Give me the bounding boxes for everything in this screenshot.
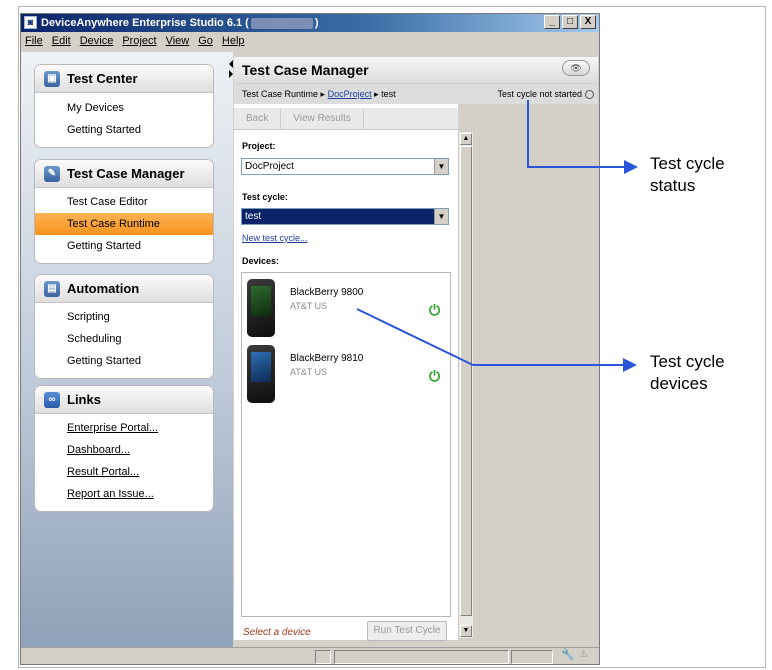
status-circle-icon bbox=[585, 90, 594, 100]
window-title-prefix: DeviceAnywhere Enterprise Studio 6.1 ( bbox=[41, 17, 249, 29]
annotation-line bbox=[356, 308, 637, 372]
sidebar: ▣ Test Center My Devices Getting Started… bbox=[21, 52, 233, 648]
warning-icon[interactable]: ⚠ bbox=[579, 649, 588, 660]
panel-links: ∞ Links Enterprise Portal... Dashboard..… bbox=[34, 385, 214, 512]
panel-title: Test Case Manager bbox=[67, 166, 185, 181]
app-icon: ◙ bbox=[24, 16, 37, 29]
eye-button[interactable]: 👁 bbox=[562, 60, 590, 76]
sidebar-item-getting-started[interactable]: Getting Started bbox=[35, 350, 213, 372]
panel-header-links[interactable]: ∞ Links bbox=[35, 386, 213, 414]
new-test-cycle-link[interactable]: New test cycle... bbox=[242, 233, 308, 243]
menu-go[interactable]: Go bbox=[198, 32, 213, 51]
link-icon: ∞ bbox=[44, 392, 60, 408]
breadcrumb-root: Test Case Runtime bbox=[242, 89, 319, 99]
menu-project[interactable]: Project bbox=[122, 32, 156, 51]
panel-test-center: ▣ Test Center My Devices Getting Started bbox=[34, 64, 214, 148]
sidebar-item-my-devices[interactable]: My Devices bbox=[35, 97, 213, 119]
test-center-icon: ▣ bbox=[44, 71, 60, 87]
view-results-button[interactable]: View Results bbox=[281, 108, 364, 129]
device-name: BlackBerry 9810 bbox=[290, 353, 364, 364]
minimize-button[interactable]: _ bbox=[544, 15, 560, 29]
sidebar-item-test-case-runtime[interactable]: Test Case Runtime bbox=[35, 213, 213, 235]
annotation-line bbox=[527, 100, 529, 168]
status-cell bbox=[315, 650, 331, 664]
test-case-manager-icon: ✎ bbox=[44, 166, 60, 182]
project-label: Project: bbox=[242, 141, 276, 151]
window-title-suffix: ) bbox=[314, 17, 319, 29]
test-cycle-status: Test cycle not started bbox=[497, 84, 594, 104]
menu-help[interactable]: Help bbox=[222, 32, 245, 51]
test-cycle-select[interactable]: test ▼ bbox=[241, 208, 449, 225]
back-button[interactable]: Back bbox=[234, 108, 282, 129]
sidebar-item-getting-started[interactable]: Getting Started bbox=[35, 119, 213, 141]
panel-title: Test Center bbox=[67, 71, 138, 86]
link-report-issue[interactable]: Report an Issue... bbox=[35, 483, 213, 505]
devices-label: Devices: bbox=[242, 256, 280, 266]
device-carrier: AT&T US bbox=[290, 301, 328, 311]
sidebar-item-getting-started[interactable]: Getting Started bbox=[35, 235, 213, 257]
sidebar-item-scripting[interactable]: Scripting bbox=[35, 306, 213, 328]
test-cycle-select-value: test bbox=[245, 211, 262, 222]
panel-test-case-manager: ✎ Test Case Manager Test Case Editor Tes… bbox=[34, 159, 214, 264]
annotation-devices-line2: devices bbox=[650, 374, 708, 393]
close-button[interactable]: X bbox=[580, 15, 596, 29]
redacted-text bbox=[250, 17, 313, 29]
annotation-status-line1: Test cycle bbox=[650, 154, 725, 173]
window-controls: _ □ X bbox=[544, 15, 596, 31]
annotation-line bbox=[527, 166, 627, 168]
annotation-devices-line1: Test cycle bbox=[650, 352, 725, 371]
project-select[interactable]: DocProject ▼ bbox=[241, 158, 449, 175]
status-cell bbox=[334, 650, 509, 664]
panel-header-test-case-manager[interactable]: ✎ Test Case Manager bbox=[35, 160, 213, 188]
scroll-up-icon[interactable]: ▲ bbox=[460, 133, 472, 145]
breadcrumb-sep-icon: ▸ bbox=[320, 89, 328, 99]
panel-header-test-center[interactable]: ▣ Test Center bbox=[35, 65, 213, 93]
scroll-down-icon[interactable]: ▼ bbox=[460, 625, 472, 637]
device-name: BlackBerry 9800 bbox=[290, 287, 364, 298]
select-device-hint: Select a device bbox=[243, 627, 311, 638]
annotation-status-line2: status bbox=[650, 176, 696, 195]
chevron-down-icon: ▼ bbox=[434, 159, 448, 174]
menu-view[interactable]: View bbox=[166, 32, 190, 51]
device-carrier: AT&T US bbox=[290, 367, 328, 377]
menu-file[interactable]: File bbox=[25, 32, 43, 51]
link-dashboard[interactable]: Dashboard... bbox=[35, 439, 213, 461]
blackberry-phone-icon bbox=[247, 279, 275, 337]
status-bar: 🔧 ⚠ bbox=[21, 647, 599, 664]
menu-bar: File Edit Device Project View Go Help bbox=[21, 32, 599, 51]
arrow-head-icon bbox=[624, 160, 638, 174]
test-cycle-label: Test cycle: bbox=[242, 192, 288, 202]
breadcrumb-current: test bbox=[381, 89, 396, 99]
blackberry-phone-icon bbox=[247, 345, 275, 403]
vertical-scrollbar[interactable]: ▲ ▼ bbox=[458, 132, 473, 638]
content-header-area: Test Case Manager bbox=[234, 57, 598, 83]
panel-title: Links bbox=[67, 392, 101, 407]
breadcrumb-project-link[interactable]: DocProject bbox=[328, 89, 372, 99]
project-select-value: DocProject bbox=[245, 161, 294, 172]
link-enterprise-portal[interactable]: Enterprise Portal... bbox=[35, 417, 213, 439]
maximize-button[interactable]: □ bbox=[562, 15, 578, 29]
sidebar-item-scheduling[interactable]: Scheduling bbox=[35, 328, 213, 350]
scroll-thumb[interactable] bbox=[460, 146, 472, 616]
content-title: Test Case Manager bbox=[234, 57, 598, 83]
chevron-down-icon: ▼ bbox=[434, 209, 448, 224]
menu-device[interactable]: Device bbox=[80, 32, 114, 51]
status-cell bbox=[511, 650, 553, 664]
run-test-cycle-button[interactable]: Run Test Cycle bbox=[367, 621, 447, 641]
automation-icon: ▤ bbox=[44, 281, 60, 297]
panel-title: Automation bbox=[67, 281, 140, 296]
sidebar-item-test-case-editor[interactable]: Test Case Editor bbox=[35, 191, 213, 213]
panel-automation: ▤ Automation Scripting Scheduling Gettin… bbox=[34, 274, 214, 379]
status-text: Test cycle not started bbox=[497, 89, 582, 99]
wrench-icon[interactable]: 🔧 bbox=[561, 648, 575, 661]
breadcrumb: Test Case Runtime ▸ DocProject ▸ test Te… bbox=[234, 84, 598, 104]
link-result-portal[interactable]: Result Portal... bbox=[35, 461, 213, 483]
runtime-toolbar: Back View Results bbox=[234, 108, 458, 130]
title-bar: ◙ DeviceAnywhere Enterprise Studio 6.1 (… bbox=[21, 14, 599, 32]
panel-header-automation[interactable]: ▤ Automation bbox=[35, 275, 213, 303]
menu-edit[interactable]: Edit bbox=[52, 32, 71, 51]
